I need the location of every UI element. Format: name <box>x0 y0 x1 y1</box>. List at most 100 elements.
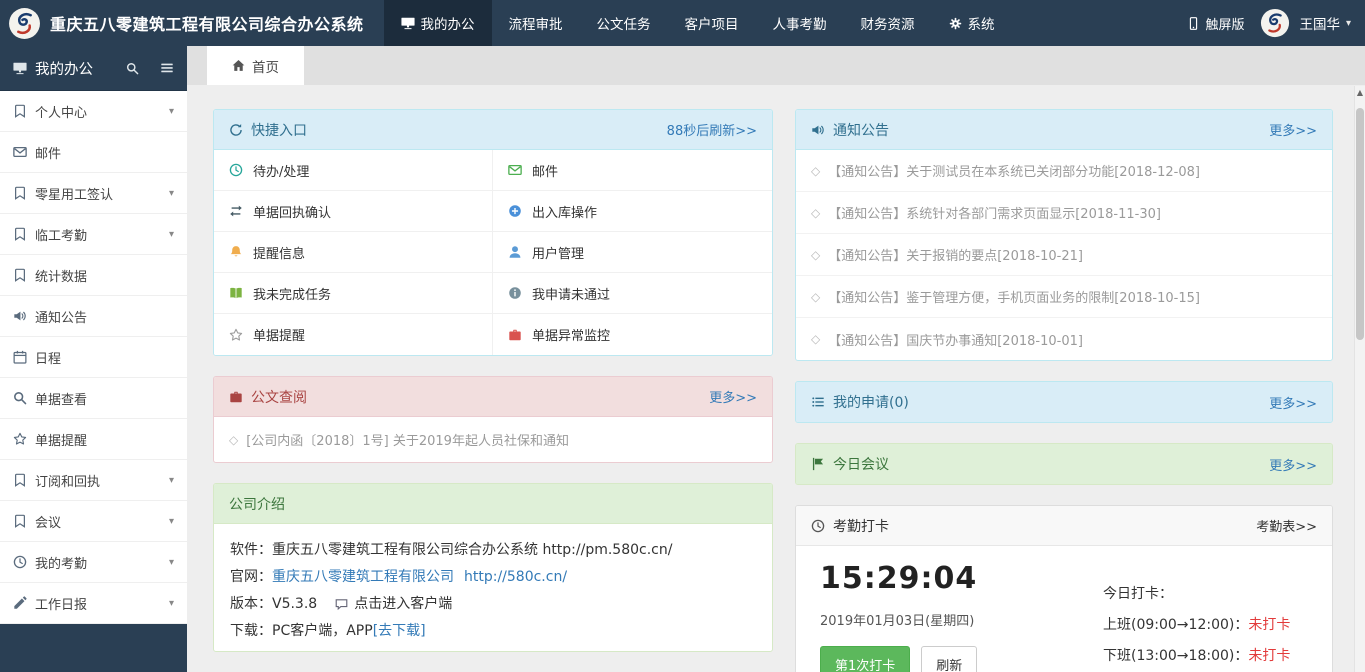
sidebar-item-mail[interactable]: 邮件 <box>0 132 187 173</box>
user-menu[interactable]: 王国华 ▾ <box>1290 13 1365 33</box>
quick-entry-item-unfinished-tasks[interactable]: 我未完成任务 <box>214 273 493 314</box>
version-text: V5.3.8 <box>272 591 317 618</box>
scrollbar-thumb[interactable] <box>1356 108 1364 340</box>
notices-title: 通知公告 <box>833 120 889 140</box>
company-intro-header: 公司介绍 <box>214 484 772 524</box>
sidebar-item-meetings[interactable]: 会议 ▾ <box>0 501 187 542</box>
diamond-icon: ◇ <box>811 164 820 178</box>
sidebar-item-document-reminder[interactable]: 单据提醒 <box>0 419 187 460</box>
calendar-icon <box>13 350 35 364</box>
app-logo <box>8 7 41 40</box>
notice-text: 【通知公告】国庆节办事通知[2018-10-01] <box>828 330 1083 349</box>
punch-button[interactable]: 第1次打卡 <box>820 646 910 672</box>
notice-item[interactable]: ◇ 【通知公告】国庆节办事通知[2018-10-01] <box>796 318 1332 360</box>
nav-hr-attendance[interactable]: 人事考勤 <box>756 0 844 46</box>
quick-entry-label: 用户管理 <box>532 243 584 262</box>
sidebar-item-statistics[interactable]: 统计数据 <box>0 255 187 296</box>
nav-system[interactable]: 系统 <box>932 0 1012 46</box>
notice-text: 【通知公告】关于报销的要点[2018-10-21] <box>828 245 1083 264</box>
app-root: 重庆五八零建筑工程有限公司综合办公系统 我的办公 流程审批 公文任务 客户项目 … <box>0 0 1365 672</box>
sidebar-item-work-daily[interactable]: 工作日报 ▾ <box>0 583 187 624</box>
sidebar-item-label: 零星用工签认 <box>35 184 169 203</box>
scroll-up-arrow[interactable]: ▲ <box>1355 86 1365 100</box>
sidebar-title: 我的办公 <box>35 58 93 79</box>
nav-finance-resources[interactable]: 财务资源 <box>844 0 932 46</box>
website-label: 官网： <box>230 564 272 591</box>
chevron-down-icon: ▾ <box>1346 18 1351 29</box>
refresh-button[interactable]: 刷新 <box>921 646 977 672</box>
quick-entry-item-rejected-applications[interactable]: 我申请未通过 <box>493 273 772 314</box>
quick-entry-item-warehouse-ops[interactable]: 出入库操作 <box>493 191 772 232</box>
quick-entry-title: 快捷入口 <box>251 120 307 140</box>
menu-bars-icon[interactable] <box>160 61 174 75</box>
sidebar-item-casual-labor-sign[interactable]: 零星用工签认 ▾ <box>0 173 187 214</box>
my-applications-more-link[interactable]: 更多>> <box>1269 393 1317 412</box>
touch-version-link[interactable]: 触屏版 <box>1171 14 1260 33</box>
quick-entry-item-mail[interactable]: 邮件 <box>493 150 772 191</box>
quick-entry-label: 提醒信息 <box>253 243 305 262</box>
chevron-down-icon: ▾ <box>169 557 174 568</box>
company-intro-body: 软件： 重庆五八零建筑工程有限公司综合办公系统 http://pm.580c.c… <box>214 524 772 651</box>
right-column: 通知公告 更多>> ◇ 【通知公告】关于测试员在本系统已关闭部分功能[2018-… <box>795 109 1333 672</box>
nav-process-approval[interactable]: 流程审批 <box>492 0 580 46</box>
nav-document-tasks[interactable]: 公文任务 <box>580 0 668 46</box>
quick-entry-label: 待办/处理 <box>253 161 309 180</box>
quick-entry-item-document-monitor[interactable]: 单据异常监控 <box>493 314 772 355</box>
quick-entry-item-reminder-info[interactable]: 提醒信息 <box>214 232 493 273</box>
company-software-line: 软件： 重庆五八零建筑工程有限公司综合办公系统 http://pm.580c.c… <box>230 537 756 564</box>
sidebar-item-temp-attendance[interactable]: 临工考勤 ▾ <box>0 214 187 255</box>
website-name-link[interactable]: 重庆五八零建筑工程有限公司 <box>272 564 454 591</box>
document-item[interactable]: ◇ [公司内函〔2018〕1号] 关于2019年起人员社保和通知 <box>214 417 772 462</box>
quick-entry-item-receipt-confirm[interactable]: 单据回执确认 <box>214 191 493 232</box>
refresh-countdown-link[interactable]: 88秒后刷新>> <box>667 120 757 139</box>
quick-entry-item-todo[interactable]: 待办/处理 <box>214 150 493 191</box>
flag-icon <box>811 457 825 471</box>
website-url-link[interactable]: http://580c.cn/ <box>464 564 567 591</box>
shift1-status: 未打卡 <box>1248 617 1290 633</box>
notice-item[interactable]: ◇ 【通知公告】关于报销的要点[2018-10-21] <box>796 234 1332 276</box>
bookmark-icon <box>13 227 35 241</box>
sidebar-item-my-attendance[interactable]: 我的考勤 ▾ <box>0 542 187 583</box>
user-avatar[interactable] <box>1260 8 1290 38</box>
top-navbar: 重庆五八零建筑工程有限公司综合办公系统 我的办公 流程审批 公文任务 客户项目 … <box>0 0 1365 46</box>
diamond-icon: ◇ <box>811 248 820 262</box>
gear-icon <box>949 17 962 30</box>
nav-my-office[interactable]: 我的办公 <box>384 0 492 46</box>
sidebar-item-label: 工作日报 <box>35 594 169 613</box>
notice-item[interactable]: ◇ 【通知公告】关于测试员在本系统已关闭部分功能[2018-12-08] <box>796 150 1332 192</box>
sidebar-item-subscription-receipt[interactable]: 订阅和回执 ▾ <box>0 460 187 501</box>
sidebar-item-schedule[interactable]: 日程 <box>0 337 187 378</box>
left-column: 快捷入口 88秒后刷新>> 待办/处理 邮件 <box>213 109 773 672</box>
documents-header: 公文查阅 更多>> <box>214 377 772 417</box>
notices-more-link[interactable]: 更多>> <box>1269 120 1317 139</box>
tab-home[interactable]: 首页 <box>207 46 304 85</box>
quick-entry-item-user-management[interactable]: 用户管理 <box>493 232 772 273</box>
quick-entry-label: 出入库操作 <box>532 202 597 221</box>
notices-header: 通知公告 更多>> <box>796 110 1332 150</box>
notice-item[interactable]: ◇ 【通知公告】系统针对各部门需求页面显示[2018-11-30] <box>796 192 1332 234</box>
chevron-down-icon: ▾ <box>169 598 174 609</box>
app-title: 重庆五八零建筑工程有限公司综合办公系统 <box>50 11 364 35</box>
clock-icon <box>229 163 243 177</box>
sidebar-item-document-view[interactable]: 单据查看 <box>0 378 187 419</box>
notice-text: 【通知公告】关于测试员在本系统已关闭部分功能[2018-12-08] <box>828 161 1200 180</box>
attendance-sheet-link[interactable]: 考勤表>> <box>1256 516 1317 535</box>
quick-entry-label: 单据提醒 <box>253 325 305 344</box>
enter-client-link[interactable]: 点击进入客户端 <box>354 591 452 618</box>
company-intro-title: 公司介绍 <box>229 494 285 514</box>
documents-more-link[interactable]: 更多>> <box>709 387 757 406</box>
quick-entry-item-document-reminder[interactable]: 单据提醒 <box>214 314 493 355</box>
sidebar-item-notices[interactable]: 通知公告 <box>0 296 187 337</box>
shift2-status: 未打卡 <box>1248 648 1290 664</box>
software-text: 重庆五八零建筑工程有限公司综合办公系统 http://pm.580c.cn/ <box>272 537 672 564</box>
sidebar-item-personal-center[interactable]: 个人中心 ▾ <box>0 91 187 132</box>
diamond-icon: ◇ <box>811 332 820 346</box>
notice-item[interactable]: ◇ 【通知公告】鉴于管理方便，手机页面业务的限制[2018-10-15] <box>796 276 1332 318</box>
search-icon[interactable] <box>126 62 139 75</box>
documents-title: 公文查阅 <box>251 387 307 407</box>
download-text: PC客户端，APP <box>272 618 373 645</box>
nav-customer-projects[interactable]: 客户项目 <box>668 0 756 46</box>
quick-entry-label: 邮件 <box>532 161 558 180</box>
today-meetings-more-link[interactable]: 更多>> <box>1269 455 1317 474</box>
download-link[interactable]: [去下载] <box>373 618 426 645</box>
